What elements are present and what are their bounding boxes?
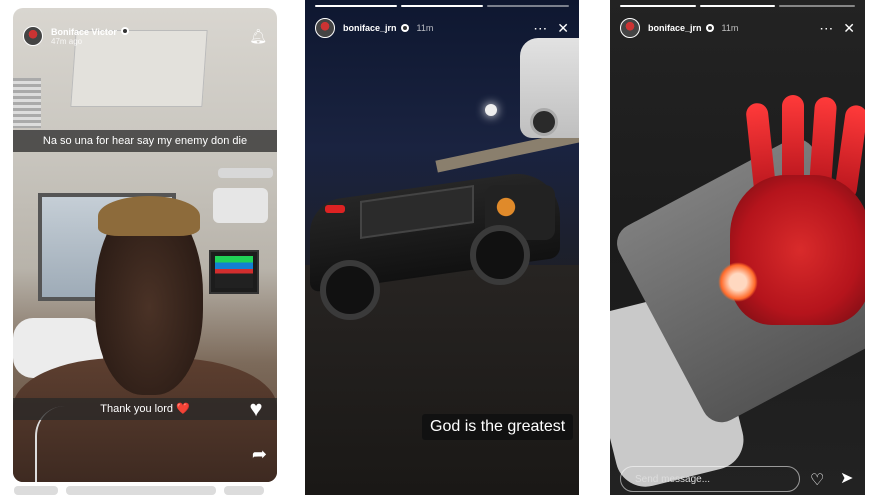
air-vent [13,78,41,128]
control-pill[interactable] [14,486,58,495]
heart-icon[interactable]: ♡ [810,470,824,490]
progress-segment [315,5,397,7]
progress-segment [620,5,696,7]
caption-top: Na so una for hear say my enemy don die [13,130,277,152]
story-caption: God is the greatest [422,414,574,440]
avatar[interactable] [315,18,335,38]
caption-bottom-text: Thank you lord [100,403,173,415]
verified-badge-icon [400,24,409,32]
story-header: boniface_jrn 11m ⋯ ✕ [620,14,855,42]
caption-bottom: Thank you lord ❤️ [13,398,277,420]
post-time: 11m [416,23,434,33]
phone-light [718,262,758,302]
story-panel-2: boniface_jrn 11m ⋯ ✕ God is the greatest [305,0,579,495]
close-icon[interactable]: ✕ [557,20,569,37]
white-vehicle [520,38,579,138]
control-pill[interactable] [66,486,216,495]
story-progress [620,5,856,7]
username[interactable]: Boniface Victor [51,27,117,37]
verified-badge-icon [120,26,129,35]
close-icon[interactable]: ✕ [843,20,855,37]
story-panel-3: boniface_jrn 11m ⋯ ✕ Send message... ♡ ➤ [610,0,865,495]
story-panel-1: Boniface Victor 47m ago 🔔︎ Na so una for… [13,8,277,482]
progress-segment [779,5,856,7]
username[interactable]: boniface_jrn [648,23,702,33]
avatar[interactable] [23,26,43,46]
more-icon[interactable]: ⋯ [533,20,547,37]
username[interactable]: boniface_jrn [343,23,397,33]
progress-segment [699,5,776,7]
story-header: boniface_jrn 11m ⋯ ✕ [315,14,569,42]
post-time: 11m [721,23,739,33]
share-icon[interactable]: ➦ [252,444,267,465]
progress-segment [487,5,569,7]
avatar[interactable] [620,18,640,38]
send-icon[interactable]: ➤ [840,468,853,488]
more-icon[interactable]: ⋯ [819,20,833,37]
bottom-controls [14,486,278,495]
street-light [485,104,497,116]
control-pill[interactable] [224,486,264,495]
person-hair [98,196,200,236]
bell-icon[interactable]: 🔔︎ [249,28,267,45]
red-heart-emoji: ❤️ [176,403,190,415]
heart-icon[interactable]: ♥ [245,398,267,420]
verified-badge-icon [705,24,714,32]
post-time: 47m ago [51,36,83,46]
progress-segment [401,5,483,7]
story-progress [315,5,569,7]
medical-lamp [203,158,273,228]
patient-monitor [209,250,259,294]
crashed-car [310,165,570,320]
story-header: Boniface Victor 47m ago 🔔︎ [23,22,267,50]
send-message-input[interactable]: Send message... [620,466,800,492]
